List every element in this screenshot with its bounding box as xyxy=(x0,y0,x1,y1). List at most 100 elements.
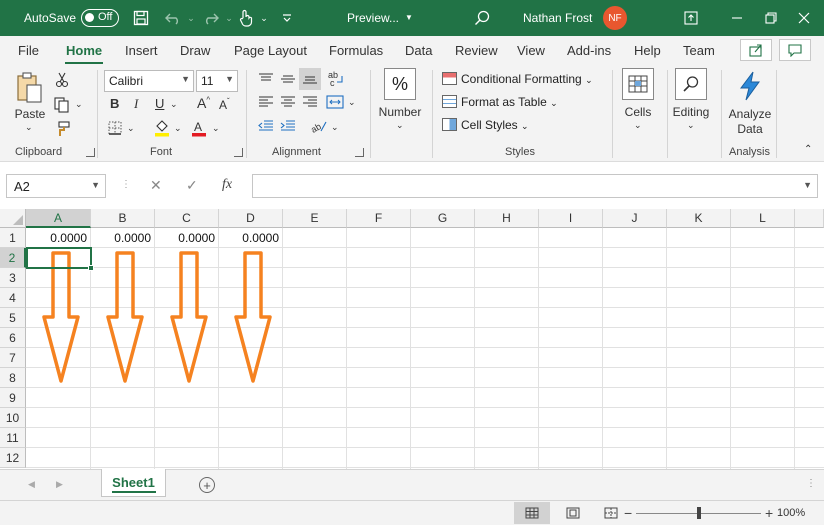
tab-review[interactable]: Review xyxy=(455,43,498,58)
analyze-data-label[interactable]: Analyze Data xyxy=(727,107,773,137)
paste-dropdown-icon[interactable]: ⌄ xyxy=(25,122,33,133)
underline-dropdown-icon[interactable]: ⌄ xyxy=(170,99,178,110)
user-name[interactable]: Nathan Frost xyxy=(523,11,592,25)
row-header[interactable]: 2 xyxy=(0,248,26,268)
tab-page-layout[interactable]: Page Layout xyxy=(234,43,307,58)
align-top-icon[interactable] xyxy=(258,72,274,86)
cell-value[interactable]: 0.0000 xyxy=(219,231,279,245)
select-all-button[interactable] xyxy=(0,209,26,228)
row-header[interactable]: 1 xyxy=(0,228,26,248)
expand-formula-icon[interactable]: ▼ xyxy=(803,180,812,190)
restore-icon[interactable] xyxy=(759,6,783,30)
align-left-icon[interactable] xyxy=(258,95,274,109)
cells-icon[interactable] xyxy=(622,68,654,100)
cell-styles-button[interactable]: Cell Styles ⌄ xyxy=(442,118,529,132)
font-color-dropdown-icon[interactable]: ⌄ xyxy=(212,123,220,134)
row-header[interactable]: 11 xyxy=(0,428,26,448)
undo-dropdown-icon[interactable]: ⌄ xyxy=(181,8,201,28)
clipboard-launcher-icon[interactable] xyxy=(86,148,95,157)
editing-icon[interactable] xyxy=(675,68,707,100)
row-header[interactable]: 12 xyxy=(0,448,26,468)
font-size-box[interactable]: 11 ▼ xyxy=(196,70,238,92)
number-dropdown-icon[interactable]: ⌄ xyxy=(396,120,404,131)
column-header[interactable]: B xyxy=(91,209,155,228)
normal-view-icon[interactable] xyxy=(514,502,550,524)
row-header[interactable]: 5 xyxy=(0,308,26,328)
autosave-toggle[interactable]: Off xyxy=(81,9,119,27)
tab-formulas[interactable]: Formulas xyxy=(329,43,383,58)
row-header[interactable]: 8 xyxy=(0,368,26,388)
column-header[interactable]: L xyxy=(731,209,795,228)
ribbon-display-icon[interactable] xyxy=(679,6,703,30)
copy-dropdown-icon[interactable]: ⌄ xyxy=(75,99,83,110)
decrease-font-size-icon[interactable]: Aˇ xyxy=(219,97,230,112)
orientation-dropdown-icon[interactable]: ⌄ xyxy=(331,122,339,133)
column-header[interactable]: D xyxy=(219,209,283,228)
column-header[interactable]: A xyxy=(26,209,91,228)
avatar[interactable]: NF xyxy=(603,6,627,30)
bold-button[interactable]: B xyxy=(110,96,119,111)
formula-input[interactable]: ▼ xyxy=(252,174,818,198)
wrap-text-icon[interactable]: ab c xyxy=(327,70,345,88)
tab-home[interactable]: Home xyxy=(66,43,102,58)
row-header[interactable]: 4 xyxy=(0,288,26,308)
cell-value[interactable]: 0.0000 xyxy=(26,231,87,245)
increase-font-size-icon[interactable]: A^ xyxy=(197,95,210,111)
fill-handle[interactable] xyxy=(88,265,94,271)
column-header[interactable]: I xyxy=(539,209,603,228)
row-header[interactable]: 6 xyxy=(0,328,26,348)
page-layout-view-icon[interactable] xyxy=(555,502,591,524)
tab-add-ins[interactable]: Add-ins xyxy=(567,43,611,58)
active-cell[interactable] xyxy=(26,247,92,269)
merge-center-icon[interactable] xyxy=(326,94,344,110)
doc-title-chevron-icon[interactable]: ▼ xyxy=(405,13,413,22)
column-header[interactable] xyxy=(795,209,824,228)
tab-insert[interactable]: Insert xyxy=(125,43,158,58)
merge-dropdown-icon[interactable]: ⌄ xyxy=(348,97,356,108)
number-label[interactable]: Number xyxy=(374,105,426,119)
tab-draw[interactable]: Draw xyxy=(180,43,210,58)
undo-icon[interactable] xyxy=(163,8,183,28)
tab-team[interactable]: Team xyxy=(683,43,715,58)
alignment-launcher-icon[interactable] xyxy=(355,148,364,157)
fill-color-dropdown-icon[interactable]: ⌄ xyxy=(174,123,182,134)
font-color-icon[interactable]: A xyxy=(190,119,208,137)
insert-function-button[interactable]: fx xyxy=(222,177,232,193)
align-bottom-icon[interactable] xyxy=(299,68,321,90)
increase-indent-icon[interactable] xyxy=(280,119,296,133)
row-header[interactable]: 9 xyxy=(0,388,26,408)
collapse-ribbon-icon[interactable]: ⌃ xyxy=(804,144,812,155)
tab-file[interactable]: File xyxy=(18,43,39,58)
column-header[interactable]: C xyxy=(155,209,219,228)
borders-dropdown-icon[interactable]: ⌄ xyxy=(127,123,135,134)
orientation-icon[interactable]: ab xyxy=(310,118,328,134)
align-middle-icon[interactable] xyxy=(280,72,296,86)
worksheet-grid[interactable]: A B C D E F G H I J K L 1 2 3 4 5 6 7 8 9 10 11 12 0.0000 0.0000 0… xyxy=(0,209,824,469)
more-options-icon[interactable]: ⋮ xyxy=(121,179,131,190)
underline-button[interactable]: U xyxy=(155,96,164,111)
row-header[interactable]: 7 xyxy=(0,348,26,368)
column-header[interactable]: G xyxy=(411,209,475,228)
save-icon[interactable] xyxy=(131,8,151,28)
format-as-table-button[interactable]: Format as Table ⌄ xyxy=(442,95,558,109)
touch-mode-icon[interactable] xyxy=(236,8,256,28)
minimize-icon[interactable] xyxy=(725,6,749,30)
tab-help[interactable]: Help xyxy=(634,43,661,58)
conditional-formatting-button[interactable]: Conditional Formatting ⌄ xyxy=(442,72,593,86)
italic-button[interactable]: I xyxy=(134,96,138,112)
redo-icon[interactable] xyxy=(201,8,221,28)
decrease-indent-icon[interactable] xyxy=(258,119,274,133)
tab-view[interactable]: View xyxy=(517,43,545,58)
number-format-button[interactable]: % xyxy=(384,68,416,100)
editing-label[interactable]: Editing xyxy=(667,105,715,119)
cell-value[interactable]: 0.0000 xyxy=(155,231,215,245)
enter-icon[interactable]: ✓ xyxy=(186,177,198,194)
font-name-box[interactable]: Calibri ▼ xyxy=(104,70,194,92)
analyze-data-icon[interactable] xyxy=(735,70,765,102)
zoom-level[interactable]: 100% xyxy=(777,507,805,519)
editing-dropdown-icon[interactable]: ⌄ xyxy=(687,120,695,131)
column-header[interactable]: E xyxy=(283,209,347,228)
row-header[interactable]: 10 xyxy=(0,408,26,428)
document-title[interactable]: Preview... xyxy=(347,11,399,25)
zoom-slider-thumb[interactable] xyxy=(697,507,701,519)
